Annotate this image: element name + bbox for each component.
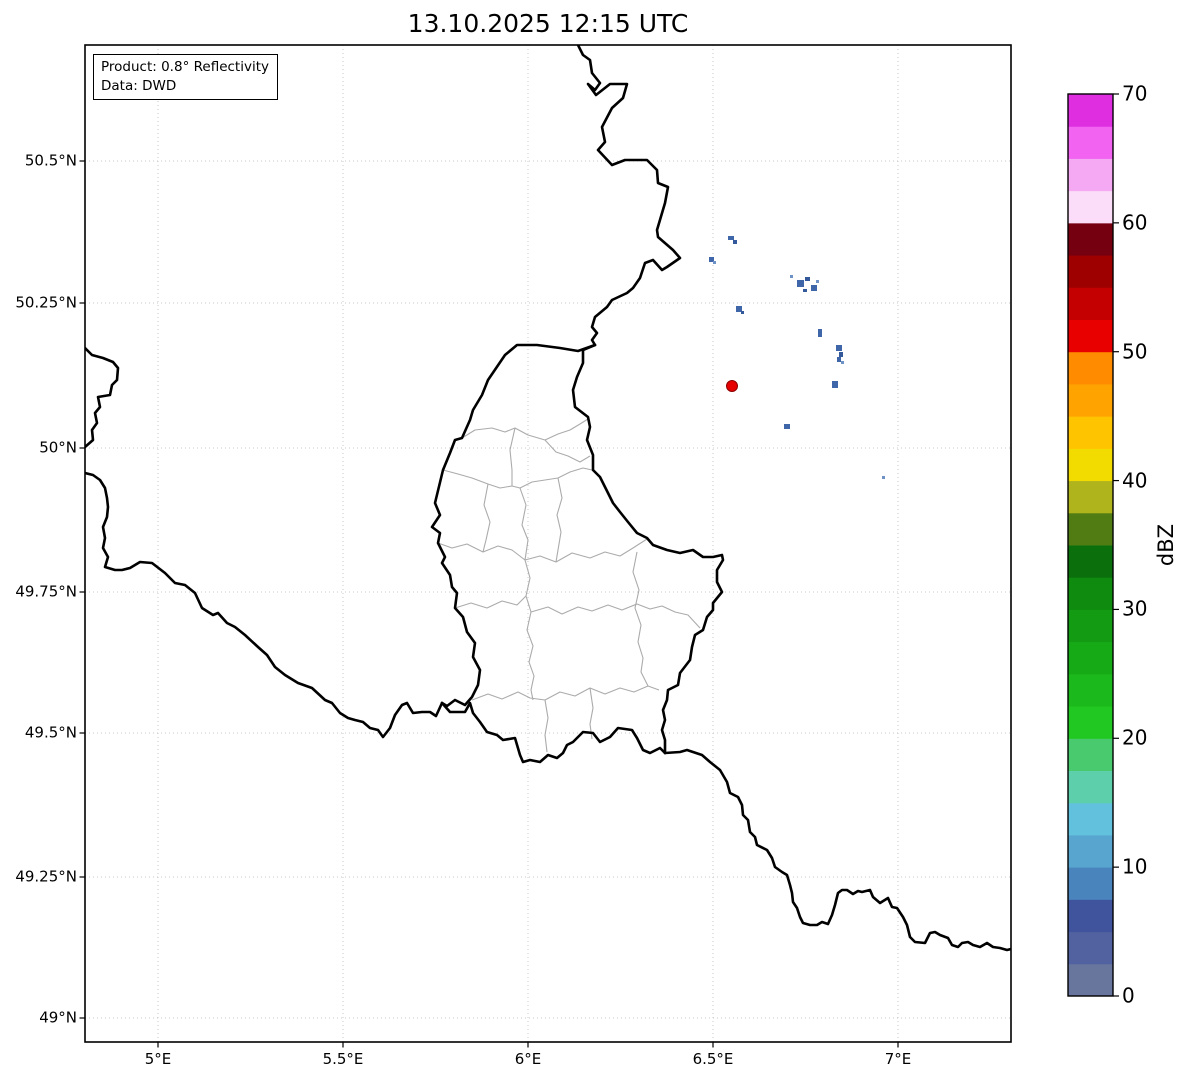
colorbar-tick-label: 40 bbox=[1122, 468, 1148, 493]
colorbar-tick-label: 20 bbox=[1122, 725, 1148, 750]
colorbar-segment bbox=[1068, 287, 1113, 320]
country-borders bbox=[85, 45, 1011, 952]
x-tick-label: 6.5°E bbox=[692, 1050, 734, 1068]
echo-cell bbox=[818, 329, 822, 337]
radar-echoes bbox=[709, 236, 885, 479]
echo-cell bbox=[816, 280, 819, 283]
colorbar-segment bbox=[1068, 480, 1113, 514]
colorbar-segment bbox=[1068, 770, 1113, 804]
colorbar-segment bbox=[1068, 512, 1113, 546]
colorbar-segment bbox=[1068, 255, 1113, 288]
colorbar-tick-label: 10 bbox=[1122, 854, 1148, 879]
colorbar-segment bbox=[1068, 190, 1113, 224]
colorbar-segment bbox=[1068, 351, 1113, 385]
echo-cell bbox=[882, 476, 885, 479]
colorbar-tick-label: 30 bbox=[1122, 596, 1148, 621]
colorbar-segment bbox=[1068, 94, 1113, 127]
colorbar-tick-label: 60 bbox=[1122, 210, 1148, 235]
colorbar-segment bbox=[1068, 609, 1113, 643]
colorbar-tick-label: 70 bbox=[1122, 81, 1148, 106]
colorbar-segment bbox=[1068, 641, 1113, 675]
colorbar-unit-label: dBZ bbox=[1154, 523, 1178, 567]
data-source-line: Data: DWD bbox=[101, 77, 177, 94]
product-info-box: Product: 0.8° Reflectivity Data: DWD bbox=[93, 54, 278, 101]
x-tick-label: 6°E bbox=[514, 1050, 542, 1068]
colorbar-segment bbox=[1068, 545, 1113, 578]
echo-cell bbox=[713, 261, 716, 264]
colorbar-segment bbox=[1068, 963, 1113, 997]
colorbar-tick-label: 50 bbox=[1122, 339, 1148, 364]
colorbar-segment bbox=[1068, 867, 1113, 900]
y-tick-label: 49.5°N bbox=[24, 723, 77, 742]
y-tick-label: 50.25°N bbox=[15, 293, 77, 312]
colorbar-segment bbox=[1068, 931, 1113, 965]
colorbar-segment bbox=[1068, 222, 1113, 256]
echo-cell bbox=[790, 275, 793, 278]
colorbar-tick-label: 0 bbox=[1122, 983, 1135, 1008]
x-tick-label: 7°E bbox=[884, 1050, 912, 1068]
colorbar-segment bbox=[1068, 126, 1113, 159]
echo-cell bbox=[841, 361, 844, 364]
colorbar-segment bbox=[1068, 899, 1113, 933]
y-tick-label: 49.75°N bbox=[15, 582, 77, 601]
echo-cell bbox=[797, 280, 804, 287]
colorbar-segment bbox=[1068, 158, 1113, 192]
echo-cell bbox=[741, 311, 744, 314]
echo-cell bbox=[839, 352, 843, 357]
product-line: Product: 0.8° Reflectivity bbox=[101, 59, 269, 75]
echo-cell bbox=[811, 285, 817, 291]
echo-cell bbox=[832, 381, 838, 388]
colorbar-segments bbox=[1068, 94, 1113, 997]
colorbar-segment bbox=[1068, 706, 1113, 739]
axis-tick-marks bbox=[79, 160, 899, 1048]
x-tick-label: 5°E bbox=[144, 1050, 172, 1068]
border-lu-de bbox=[571, 343, 725, 755]
colorbar-segment bbox=[1068, 416, 1113, 449]
border-fr-be-west-a bbox=[85, 346, 120, 449]
colorbar-segment bbox=[1068, 802, 1113, 836]
colorbar-segment bbox=[1068, 834, 1113, 868]
canton-borders bbox=[437, 418, 701, 753]
colorbar-segment bbox=[1068, 673, 1113, 707]
echo-cell bbox=[836, 345, 842, 351]
border-fr-de bbox=[663, 748, 1011, 952]
echo-cell bbox=[733, 240, 737, 244]
echo-cell bbox=[728, 236, 734, 240]
colorbar-segment bbox=[1068, 577, 1113, 610]
radar-figure: 13.10.2025 12:15 UTC Product: 0.8° Refle… bbox=[0, 0, 1202, 1081]
y-tick-label: 50.5°N bbox=[24, 151, 77, 170]
x-tick-label: 5.5°E bbox=[322, 1050, 364, 1068]
border-be-de bbox=[576, 45, 682, 347]
echo-cell bbox=[837, 357, 841, 362]
map-canvas bbox=[79, 44, 1119, 1048]
colorbar-segment bbox=[1068, 738, 1113, 771]
echo-cell bbox=[805, 277, 810, 281]
radar-site-marker bbox=[726, 380, 738, 392]
y-tick-label: 49°N bbox=[39, 1008, 77, 1027]
echo-cell bbox=[803, 289, 807, 292]
colorbar-segment bbox=[1068, 383, 1113, 417]
y-tick-label: 50°N bbox=[39, 438, 77, 457]
border-fr-be-west-b bbox=[85, 471, 444, 739]
echo-cell bbox=[784, 424, 790, 429]
colorbar-segment bbox=[1068, 319, 1113, 353]
border-lu-be bbox=[430, 343, 597, 708]
radar-site-dot bbox=[726, 380, 738, 392]
y-tick-label: 49.25°N bbox=[15, 867, 77, 886]
colorbar-segment bbox=[1068, 448, 1113, 482]
